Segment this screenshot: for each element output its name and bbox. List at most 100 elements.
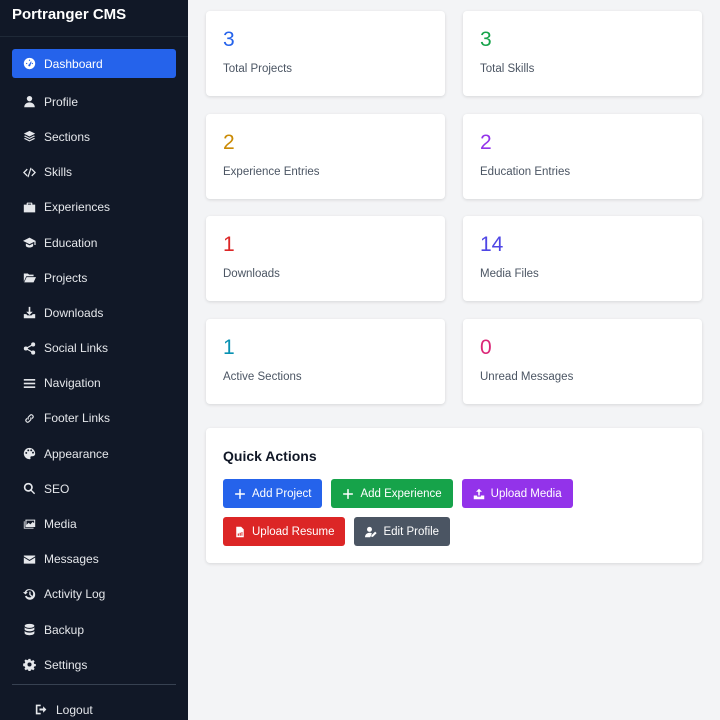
sidebar-divider xyxy=(12,684,176,685)
stat-label: Education Entries xyxy=(480,166,571,178)
stat-card-experience-entries: 2 Experience Entries xyxy=(206,114,445,199)
sidebar-item-social-links[interactable]: Social Links xyxy=(12,331,176,366)
sidebar-item-footer-links[interactable]: Footer Links xyxy=(12,401,176,436)
stat-card-total-skills: 3 Total Skills xyxy=(463,11,702,96)
upload-icon xyxy=(473,488,485,500)
quick-actions-card: Quick Actions Add Project Add Experience… xyxy=(206,428,702,563)
sidebar-item-label: Appearance xyxy=(44,446,109,461)
search-icon xyxy=(22,482,36,496)
sidebar: Portranger CMS Dashboard Profile Section… xyxy=(0,0,188,720)
app-title: Portranger CMS xyxy=(0,0,188,37)
envelope-icon xyxy=(22,552,36,566)
sidebar-item-messages[interactable]: Messages xyxy=(12,542,176,577)
quick-actions-row: Add Project Add Experience Upload Media xyxy=(223,479,685,508)
sidebar-item-profile[interactable]: Profile xyxy=(12,84,176,119)
gear-icon xyxy=(22,658,36,672)
sidebar-item-appearance[interactable]: Appearance xyxy=(12,436,176,471)
sidebar-item-label: Experiences xyxy=(44,200,111,215)
code-icon xyxy=(22,165,36,179)
add-project-button[interactable]: Add Project xyxy=(223,479,323,508)
button-label: Upload Media xyxy=(490,487,562,500)
stat-label: Total Projects xyxy=(223,63,293,75)
button-label: Upload Resume xyxy=(252,525,335,538)
history-icon xyxy=(22,587,36,601)
sidebar-item-label: Social Links xyxy=(44,341,109,356)
sidebar-item-label: Activity Log xyxy=(44,587,106,602)
user-icon xyxy=(22,95,36,109)
quick-actions-title: Quick Actions xyxy=(223,448,317,464)
sidebar-item-dashboard[interactable]: Dashboard xyxy=(12,49,176,78)
stat-label: Media Files xyxy=(480,268,539,280)
plus-icon xyxy=(342,488,354,500)
stat-value: 3 xyxy=(480,28,492,51)
sidebar-item-skills[interactable]: Skills xyxy=(12,155,176,190)
sidebar-item-label: Backup xyxy=(44,622,85,637)
stat-card-downloads: 1 Downloads xyxy=(206,216,445,301)
logout-label: Logout xyxy=(56,702,93,717)
sidebar-item-label: Downloads xyxy=(44,305,104,320)
stat-value: 14 xyxy=(480,233,504,256)
add-experience-button[interactable]: Add Experience xyxy=(331,479,453,508)
sidebar-item-label: SEO xyxy=(44,481,70,496)
stat-value: 3 xyxy=(223,28,235,51)
share-icon xyxy=(22,341,36,355)
stat-value: 2 xyxy=(480,131,492,154)
sidebar-item-education[interactable]: Education xyxy=(12,225,176,260)
stat-value: 1 xyxy=(223,233,235,256)
button-label: Edit Profile xyxy=(383,525,440,538)
sidebar-item-seo[interactable]: SEO xyxy=(12,471,176,506)
sidebar-item-media[interactable]: Media xyxy=(12,506,176,541)
edit-profile-button[interactable]: Edit Profile xyxy=(354,517,451,546)
upload-resume-button[interactable]: Upload Resume xyxy=(223,517,346,546)
sidebar-item-label: Settings xyxy=(44,657,88,672)
gauge-icon xyxy=(22,57,36,71)
stat-card-total-projects: 3 Total Projects xyxy=(206,11,445,96)
stat-card-active-sections: 1 Active Sections xyxy=(206,319,445,404)
sidebar-item-label: Skills xyxy=(44,165,73,180)
main-content: 3 Total Projects 3 Total Skills 2 Experi… xyxy=(188,0,720,720)
sidebar-item-label: Education xyxy=(44,235,98,250)
file-pdf-icon xyxy=(234,526,246,538)
sidebar-item-label: Profile xyxy=(44,94,79,109)
stat-label: Active Sections xyxy=(223,371,302,383)
stat-card-unread-messages: 0 Unread Messages xyxy=(463,319,702,404)
sidebar-item-label: Dashboard xyxy=(44,56,103,71)
database-icon xyxy=(22,623,36,637)
palette-icon xyxy=(22,447,36,461)
sidebar-item-label: Projects xyxy=(44,270,88,285)
button-label: Add Project xyxy=(252,487,312,500)
stat-value: 1 xyxy=(223,336,235,359)
images-icon xyxy=(22,517,36,531)
stat-label: Downloads xyxy=(223,268,280,280)
layers-icon xyxy=(22,130,36,144)
stat-label: Unread Messages xyxy=(480,371,574,383)
sidebar-item-label: Messages xyxy=(44,552,99,567)
sidebar-item-projects[interactable]: Projects xyxy=(12,260,176,295)
link-icon xyxy=(22,411,36,425)
sidebar-item-activity-log[interactable]: Activity Log xyxy=(12,577,176,612)
sidebar-item-settings[interactable]: Settings xyxy=(12,647,176,682)
sidebar-item-label: Footer Links xyxy=(44,411,111,426)
sidebar-item-backup[interactable]: Backup xyxy=(12,612,176,647)
plus-icon xyxy=(234,488,246,500)
sidebar-item-experiences[interactable]: Experiences xyxy=(12,190,176,225)
stat-card-media-files: 14 Media Files xyxy=(463,216,702,301)
button-label: Add Experience xyxy=(360,487,442,500)
stat-value: 0 xyxy=(480,336,492,359)
upload-media-button[interactable]: Upload Media xyxy=(461,479,573,508)
stat-label: Total Skills xyxy=(480,63,535,75)
sidebar-nav: Dashboard Profile Sections Skills Experi… xyxy=(0,37,188,682)
sidebar-item-downloads[interactable]: Downloads xyxy=(12,295,176,330)
stat-card-education-entries: 2 Education Entries xyxy=(463,114,702,199)
sidebar-item-sections[interactable]: Sections xyxy=(12,119,176,154)
sidebar-item-label: Sections xyxy=(44,129,91,144)
briefcase-icon xyxy=(22,200,36,214)
stat-label: Experience Entries xyxy=(223,166,320,178)
stat-value: 2 xyxy=(223,131,235,154)
sign-out-icon xyxy=(34,703,48,717)
sidebar-item-navigation[interactable]: Navigation xyxy=(12,366,176,401)
download-icon xyxy=(22,306,36,320)
graduation-cap-icon xyxy=(22,236,36,250)
bars-icon xyxy=(22,376,36,390)
logout-button[interactable]: Logout xyxy=(24,692,188,720)
